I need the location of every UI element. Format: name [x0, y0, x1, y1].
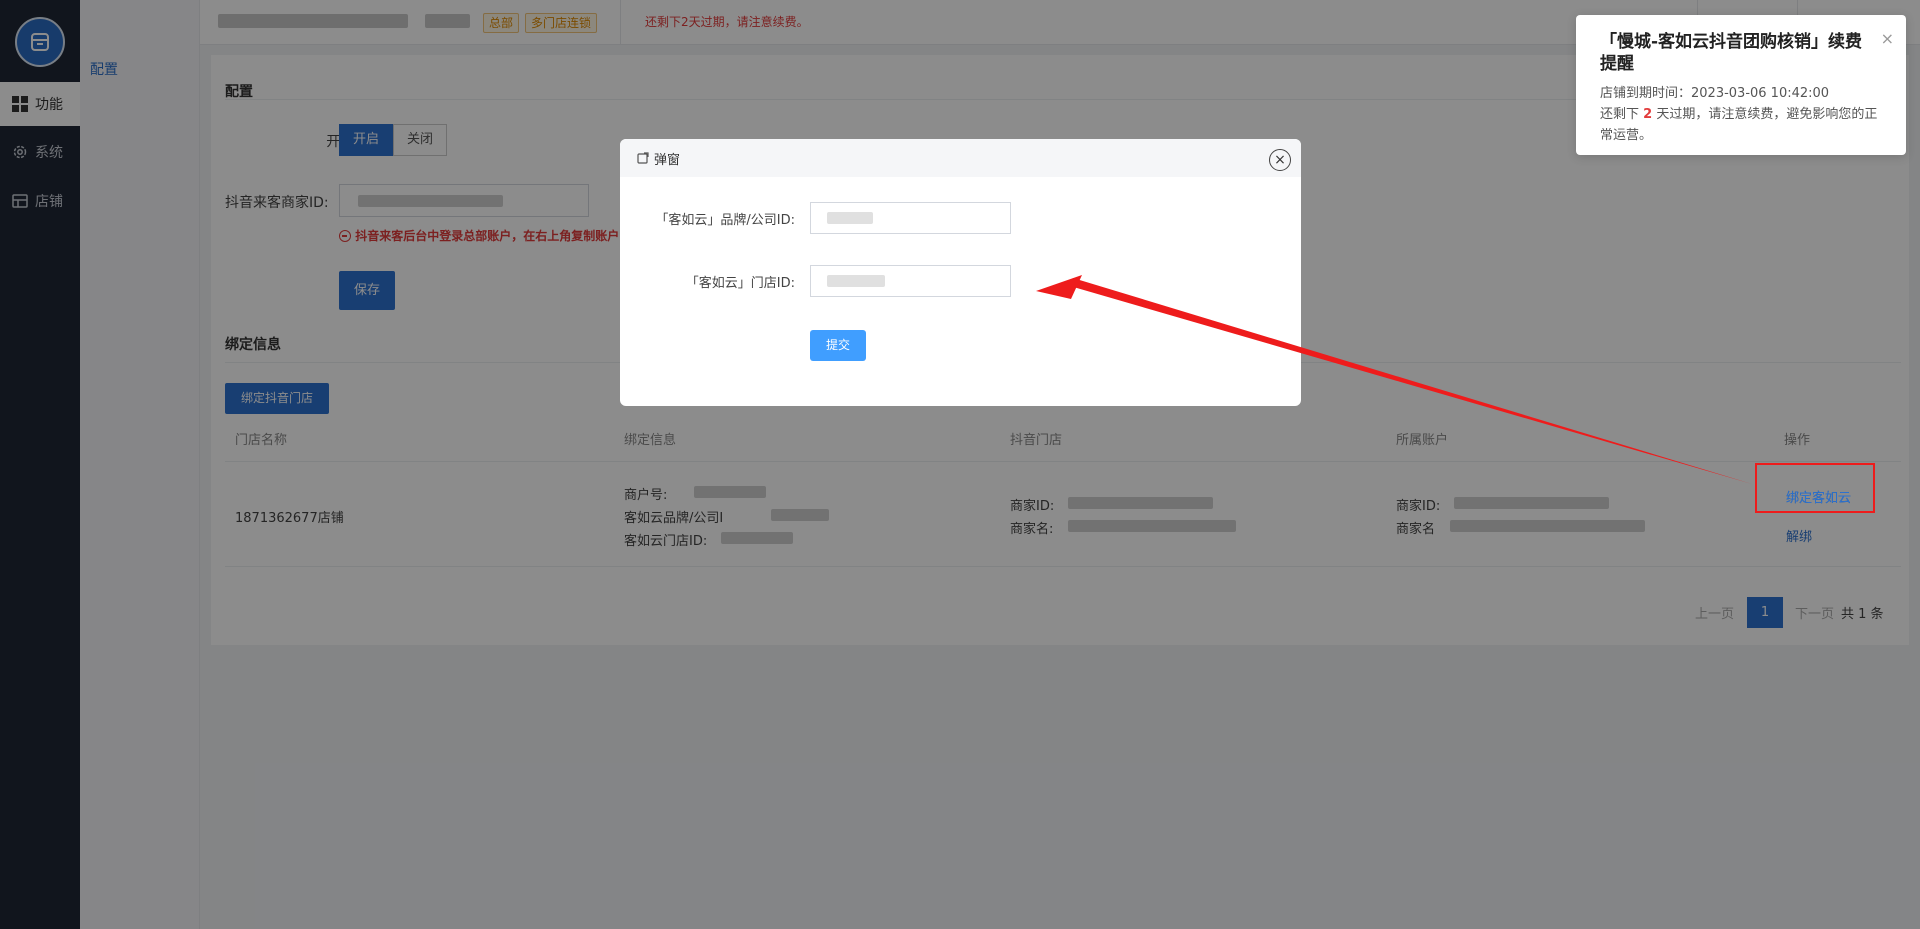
store-id-input[interactable]: [810, 265, 1011, 297]
brand-id-label: 「客如云」品牌/公司ID:: [655, 213, 795, 228]
remain-prefix: 还剩下: [1600, 107, 1644, 122]
blurred-value: [827, 212, 873, 224]
modal-dialog: 弹窗 × 「客如云」品牌/公司ID: 「客如云」门店ID: 提交: [620, 139, 1301, 406]
blurred-value: [827, 275, 885, 287]
bind-keruyun-link-highlighted[interactable]: 绑定客如云: [1786, 487, 1851, 506]
modal-title: 弹窗: [654, 152, 681, 168]
notification-remain: 还剩下 2 天过期，请注意续费，避免影响您的正常运营。: [1600, 104, 1882, 146]
notification-expire-time: 店铺到期时间：2023-03-06 10:42:00: [1600, 86, 1830, 101]
notification-title: 「慢城-客如云抖音团购核销」续费提醒: [1600, 32, 1863, 74]
brand-id-input[interactable]: [810, 202, 1011, 234]
notification-close-icon[interactable]: ×: [1881, 29, 1894, 48]
remain-days: 2: [1643, 107, 1653, 122]
modal-close-icon[interactable]: ×: [1269, 149, 1291, 171]
popup-icon: [637, 152, 649, 164]
modal-header: 弹窗: [620, 139, 1301, 177]
renewal-notification: 「慢城-客如云抖音团购核销」续费提醒 店铺到期时间：2023-03-06 10:…: [1576, 15, 1906, 155]
store-id-label: 「客如云」门店ID:: [685, 276, 795, 291]
submit-button[interactable]: 提交: [810, 330, 866, 361]
